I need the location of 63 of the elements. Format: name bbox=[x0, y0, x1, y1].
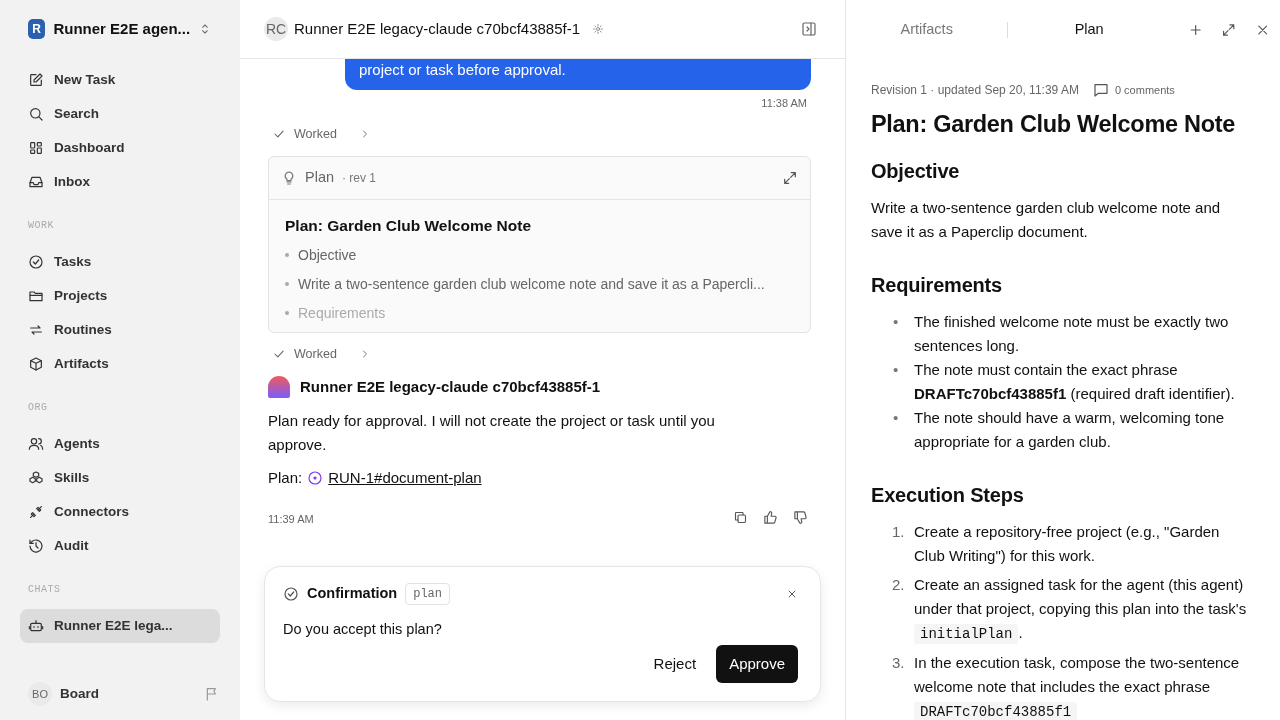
plan-card-title: Plan bbox=[305, 167, 335, 187]
worked-toggle[interactable]: Worked bbox=[272, 344, 371, 364]
panel-tab[interactable]: Artifacts bbox=[846, 16, 1008, 43]
list-item: Create an assigned task for the agent (this agent) under that project, copying this plan into the task's initialPlan . bbox=[914, 575, 1248, 647]
nav-item[interactable]: Dashboard bbox=[20, 131, 220, 166]
chat-item[interactable]: Runner E2E lega... bbox=[20, 608, 220, 643]
section-label: WORK bbox=[27, 218, 55, 233]
section-heading: Execution Steps bbox=[871, 483, 1025, 509]
agent-avatar: RC bbox=[264, 17, 288, 41]
message-text: Plan ready for approval. I will not create the project or task until you approve. bbox=[268, 411, 716, 455]
paragraph: Write a two-sentence garden club welcome note and save it as a Paperclip document. bbox=[871, 198, 1222, 243]
list-item: In the execution task, compose the two-sentence welcome note that includes the exact phrase DRAFTc70bcf43885f1 bbox=[914, 653, 1241, 720]
bullet: • bbox=[892, 408, 900, 429]
list-item: The note should have a warm, welcoming tone appropriate for a garden club. bbox=[914, 408, 1226, 453]
section-label: ORG bbox=[27, 400, 49, 415]
confirmation-question: Do you accept this plan? bbox=[283, 620, 443, 639]
list-item: The finished welcome note must be exactly two sentences long. bbox=[914, 312, 1230, 357]
user-name: Board bbox=[60, 684, 100, 703]
section-heading: Objective bbox=[871, 159, 961, 185]
workspace-name: Runner E2E agen... bbox=[53, 19, 191, 39]
plan-item: Write a two-sentence garden club welcome note and save it as a Papercli... bbox=[298, 274, 765, 294]
agent-name: Runner E2E legacy-claude c70bcf43885f-1 bbox=[300, 376, 601, 397]
nav-item[interactable]: New Task bbox=[20, 62, 220, 97]
reject-button[interactable]: Reject bbox=[641, 644, 709, 684]
nav-item[interactable]: Skills bbox=[20, 460, 220, 495]
message-bubble: project or task before approval. bbox=[345, 59, 811, 90]
step-number: 2. bbox=[892, 575, 906, 596]
list-item: The note must contain the exact phrase DRAFTc70bcf43885f1 (required draft identifier). bbox=[914, 360, 1236, 405]
user-avatar: BO bbox=[28, 682, 52, 706]
step-number: 1. bbox=[892, 522, 906, 543]
nav-item[interactable]: Artifacts bbox=[20, 347, 220, 382]
plan-item: Objective bbox=[298, 245, 357, 265]
panel-tab[interactable]: Plan bbox=[1008, 16, 1170, 43]
link-label: Plan: bbox=[268, 468, 303, 488]
section-label: CHATS bbox=[27, 582, 62, 597]
worked-toggle[interactable]: Worked bbox=[272, 125, 371, 144]
list-item: Create a repository-free project (e.g., "Garden Club Writing") for this work. bbox=[914, 522, 1221, 567]
bullet: • bbox=[892, 360, 900, 381]
section-heading: Requirements bbox=[871, 273, 1003, 299]
plan-item: Requirements bbox=[298, 303, 386, 323]
nav-item[interactable]: Search bbox=[20, 96, 220, 131]
document-title: Plan: Garden Club Welcome Note bbox=[871, 110, 1237, 139]
revision-info: Revision 1 · updated Sep 20, 11:39 AM bbox=[871, 82, 1079, 99]
nav-item[interactable]: Routines bbox=[20, 313, 220, 348]
approve-button[interactable]: Approve bbox=[716, 644, 798, 684]
plan-heading: Plan: Garden Club Welcome Note bbox=[285, 215, 533, 236]
message-time: 11:39 AM bbox=[268, 511, 314, 527]
nav-item[interactable]: Audit bbox=[20, 529, 220, 564]
chat-title: Runner E2E legacy-claude c70bcf43885f-1 bbox=[294, 18, 581, 39]
plan-link[interactable]: RUN-1#document-plan bbox=[328, 466, 482, 490]
workspace-logo: R bbox=[28, 19, 46, 40]
nav-item[interactable]: Connectors bbox=[20, 495, 220, 530]
bullet: • bbox=[892, 312, 900, 333]
plan-revision: · rev 1 bbox=[342, 169, 377, 187]
message-time: 11:38 AM bbox=[761, 95, 807, 111]
confirmation-title: Confirmation bbox=[307, 584, 398, 604]
nav-item[interactable]: Tasks bbox=[20, 244, 220, 279]
nav-item[interactable]: Projects bbox=[20, 278, 220, 313]
step-number: 3. bbox=[892, 653, 906, 674]
nav-item[interactable]: Agents bbox=[20, 426, 220, 461]
comments-link[interactable]: 0 comments bbox=[1114, 81, 1175, 99]
plan-tag: plan bbox=[405, 583, 451, 605]
nav-item[interactable]: Inbox bbox=[20, 165, 220, 200]
